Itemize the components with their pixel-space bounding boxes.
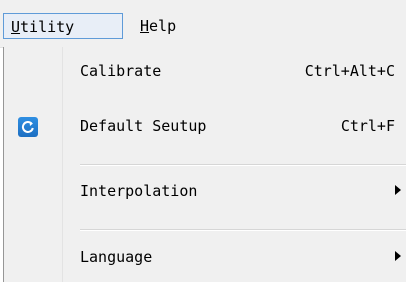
menu-item-calibrate-shortcut: Ctrl+Alt+C xyxy=(304,62,395,80)
menu-separator xyxy=(80,164,406,166)
utility-dropdown-menu: Calibrate Ctrl+Alt+C Default Seutup Ctrl… xyxy=(3,47,406,282)
submenu-arrow-icon xyxy=(395,251,401,261)
menu-bar: Utility Help xyxy=(0,0,406,48)
menu-separator xyxy=(80,229,406,231)
menu-item-interpolation-label: Interpolation xyxy=(80,182,198,200)
menu-help-mnemonic: H xyxy=(140,17,150,35)
menu-utility-label: tility xyxy=(20,18,75,36)
menu-item-default-setup[interactable]: Default Seutup Ctrl+F xyxy=(62,106,406,146)
icon-gutter xyxy=(4,47,63,282)
menu-item-default-setup-shortcut: Ctrl+F xyxy=(340,117,395,135)
submenu-arrow-icon xyxy=(395,185,401,195)
reset-icon xyxy=(18,117,38,137)
menu-help[interactable]: Help xyxy=(133,13,183,39)
menu-item-calibrate[interactable]: Calibrate Ctrl+Alt+C xyxy=(62,51,406,91)
menu-item-language-label: Language xyxy=(80,248,153,266)
menu-item-default-setup-label: Default Seutup xyxy=(80,117,207,135)
menu-item-language[interactable]: Language xyxy=(62,237,406,277)
menu-utility[interactable]: Utility xyxy=(3,13,123,39)
menu-help-label: elp xyxy=(149,17,177,35)
menu-item-calibrate-label: Calibrate xyxy=(80,62,162,80)
menu-utility-mnemonic: U xyxy=(11,18,21,36)
menu-item-interpolation[interactable]: Interpolation xyxy=(62,171,406,211)
